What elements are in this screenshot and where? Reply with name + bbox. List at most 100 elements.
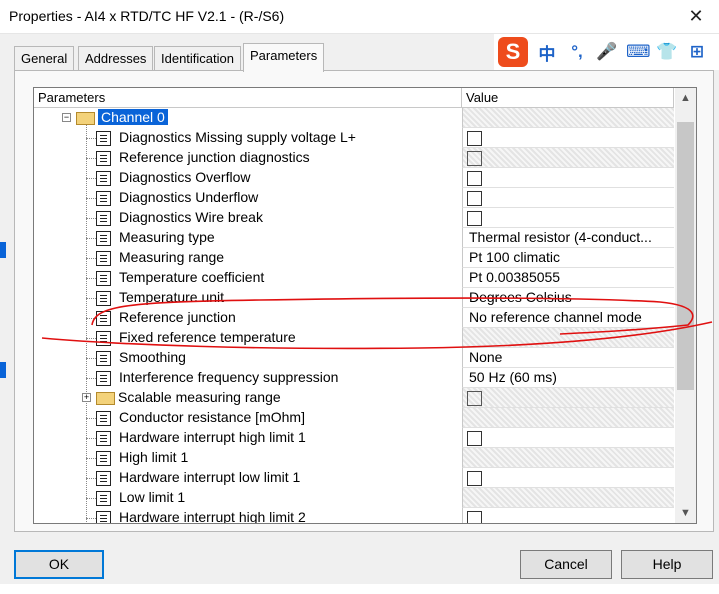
row-value[interactable] <box>462 128 674 148</box>
tree-branch-line <box>86 138 96 139</box>
row-label[interactable]: Reference junction diagnostics <box>119 149 310 165</box>
row-label[interactable]: Diagnostics Overflow <box>119 169 251 185</box>
row-label[interactable]: Measuring type <box>119 229 215 245</box>
parameter-icon <box>96 311 111 326</box>
tab-general[interactable]: General <box>14 46 75 71</box>
table-row[interactable]: Measuring range Pt 100 climatic <box>34 248 674 268</box>
table-row[interactable]: High limit 1 <box>34 448 674 468</box>
table-row[interactable]: Hardware interrupt low limit 1 <box>34 468 674 488</box>
table-row[interactable]: Hardware interrupt high limit 1 <box>34 428 674 448</box>
table-row[interactable]: Diagnostics Underflow <box>34 188 674 208</box>
collapse-icon[interactable]: − <box>62 113 71 122</box>
table-row[interactable]: Reference junction No reference channel m… <box>34 308 674 328</box>
table-row[interactable]: Diagnostics Overflow <box>34 168 674 188</box>
row-value[interactable] <box>462 388 674 408</box>
tab-addresses[interactable]: Addresses <box>78 46 154 71</box>
row-label[interactable]: Temperature unit <box>119 289 224 305</box>
row-label[interactable]: Diagnostics Underflow <box>119 189 258 205</box>
row-label[interactable]: Channel 0 <box>98 109 168 125</box>
table-row[interactable]: Diagnostics Wire break <box>34 208 674 228</box>
row-value <box>462 488 674 508</box>
tab-parameters[interactable]: Parameters <box>243 43 325 72</box>
row-label[interactable]: Interference frequency suppression <box>119 369 338 385</box>
expand-icon[interactable]: + <box>82 393 91 402</box>
table-row[interactable]: + Scalable measuring range <box>34 388 674 408</box>
ok-button[interactable]: OK <box>14 550 104 579</box>
value-checkbox[interactable] <box>467 511 482 523</box>
tree-branch-line <box>86 198 96 199</box>
microphone-icon[interactable]: 🎤 <box>596 42 618 62</box>
table-row[interactable]: Fixed reference temperature <box>34 328 674 348</box>
row-value <box>462 448 674 468</box>
row-label[interactable]: Diagnostics Wire break <box>119 209 263 225</box>
table-row[interactable]: Smoothing None <box>34 348 674 368</box>
tree-branch-line <box>86 478 96 479</box>
row-label[interactable]: Hardware interrupt high limit 2 <box>119 509 306 523</box>
row-value[interactable] <box>462 468 674 488</box>
row-value[interactable]: Thermal resistor (4-conduct... <box>462 228 674 248</box>
row-label[interactable]: Smoothing <box>119 349 186 365</box>
table-row[interactable]: Reference junction diagnostics <box>34 148 674 168</box>
sogou-logo-icon[interactable]: S <box>498 37 528 67</box>
header-value[interactable]: Value <box>462 88 674 108</box>
row-label[interactable]: Hardware interrupt high limit 1 <box>119 429 306 445</box>
row-label[interactable]: Temperature coefficient <box>119 269 264 285</box>
table-row[interactable]: Diagnostics Missing supply voltage L+ <box>34 128 674 148</box>
row-value[interactable] <box>462 508 674 523</box>
row-label[interactable]: Low limit 1 <box>119 489 185 505</box>
value-checkbox[interactable] <box>467 211 482 226</box>
grid-menu-icon[interactable]: ⊞ <box>686 42 708 62</box>
row-value[interactable] <box>462 208 674 228</box>
help-button[interactable]: Help <box>621 550 713 579</box>
table-row[interactable]: − Channel 0 <box>34 108 674 128</box>
header-parameters[interactable]: Parameters <box>34 88 462 108</box>
row-value[interactable]: Pt 0.00385055 <box>462 268 674 288</box>
row-label[interactable]: Measuring range <box>119 249 224 265</box>
scroll-down-icon[interactable]: ▼ <box>675 503 696 523</box>
vertical-scrollbar[interactable]: ▲ ▼ <box>675 88 696 523</box>
tree-branch-line <box>86 318 96 319</box>
row-value[interactable]: Pt 100 climatic <box>462 248 674 268</box>
scroll-thumb[interactable] <box>677 122 694 390</box>
value-checkbox[interactable] <box>467 171 482 186</box>
row-value[interactable] <box>462 188 674 208</box>
punctuation-icon[interactable]: °, <box>566 42 588 62</box>
table-row[interactable]: Measuring type Thermal resistor (4-conduc… <box>34 228 674 248</box>
row-value[interactable]: 50 Hz (60 ms) <box>462 368 674 388</box>
window-title: Properties - AI4 x RTD/TC HF V2.1 - (R-/… <box>9 8 285 24</box>
value-checkbox[interactable] <box>467 471 482 486</box>
row-value[interactable]: Degrees Celsius <box>462 288 674 308</box>
parameters-tree-table: Parameters Value − Channel 0 Diagnostics M… <box>33 87 697 524</box>
row-label[interactable]: Fixed reference temperature <box>119 329 296 345</box>
chinese-mode-icon[interactable]: 中 <box>536 40 558 65</box>
tree-branch-line <box>86 258 96 259</box>
row-value[interactable] <box>462 148 674 168</box>
keyboard-icon[interactable]: ⌨ <box>626 42 651 62</box>
table-row[interactable]: Low limit 1 <box>34 488 674 508</box>
close-icon[interactable]: ✕ <box>682 3 710 29</box>
row-value[interactable] <box>462 168 674 188</box>
table-row[interactable]: Temperature coefficient Pt 0.00385055 <box>34 268 674 288</box>
scroll-up-icon[interactable]: ▲ <box>675 88 696 108</box>
skin-shirt-icon[interactable]: 👕 <box>656 42 678 62</box>
tab-identification[interactable]: Identification <box>154 46 241 71</box>
tree-branch-line <box>86 338 96 339</box>
table-row[interactable]: Conductor resistance [mOhm] <box>34 408 674 428</box>
value-checkbox[interactable] <box>467 131 482 146</box>
value-checkbox[interactable] <box>467 431 482 446</box>
row-label[interactable]: Hardware interrupt low limit 1 <box>119 469 300 485</box>
table-row[interactable]: Hardware interrupt high limit 2 <box>34 508 674 523</box>
row-value[interactable]: None <box>462 348 674 368</box>
value-checkbox[interactable] <box>467 191 482 206</box>
row-label[interactable]: Reference junction <box>119 309 236 325</box>
row-label[interactable]: Scalable measuring range <box>118 389 281 405</box>
row-label[interactable]: Diagnostics Missing supply voltage L+ <box>119 129 356 145</box>
row-label[interactable]: High limit 1 <box>119 449 188 465</box>
row-value[interactable] <box>462 428 674 448</box>
ime-toolbar: S 中 °, 🎤 ⌨ 👕 ⊞ <box>494 34 719 70</box>
cancel-button[interactable]: Cancel <box>520 550 612 579</box>
row-value[interactable]: No reference channel mode <box>462 308 674 328</box>
table-row[interactable]: Interference frequency suppression 50 Hz … <box>34 368 674 388</box>
row-label[interactable]: Conductor resistance [mOhm] <box>119 409 305 425</box>
table-row[interactable]: Temperature unit Degrees Celsius <box>34 288 674 308</box>
